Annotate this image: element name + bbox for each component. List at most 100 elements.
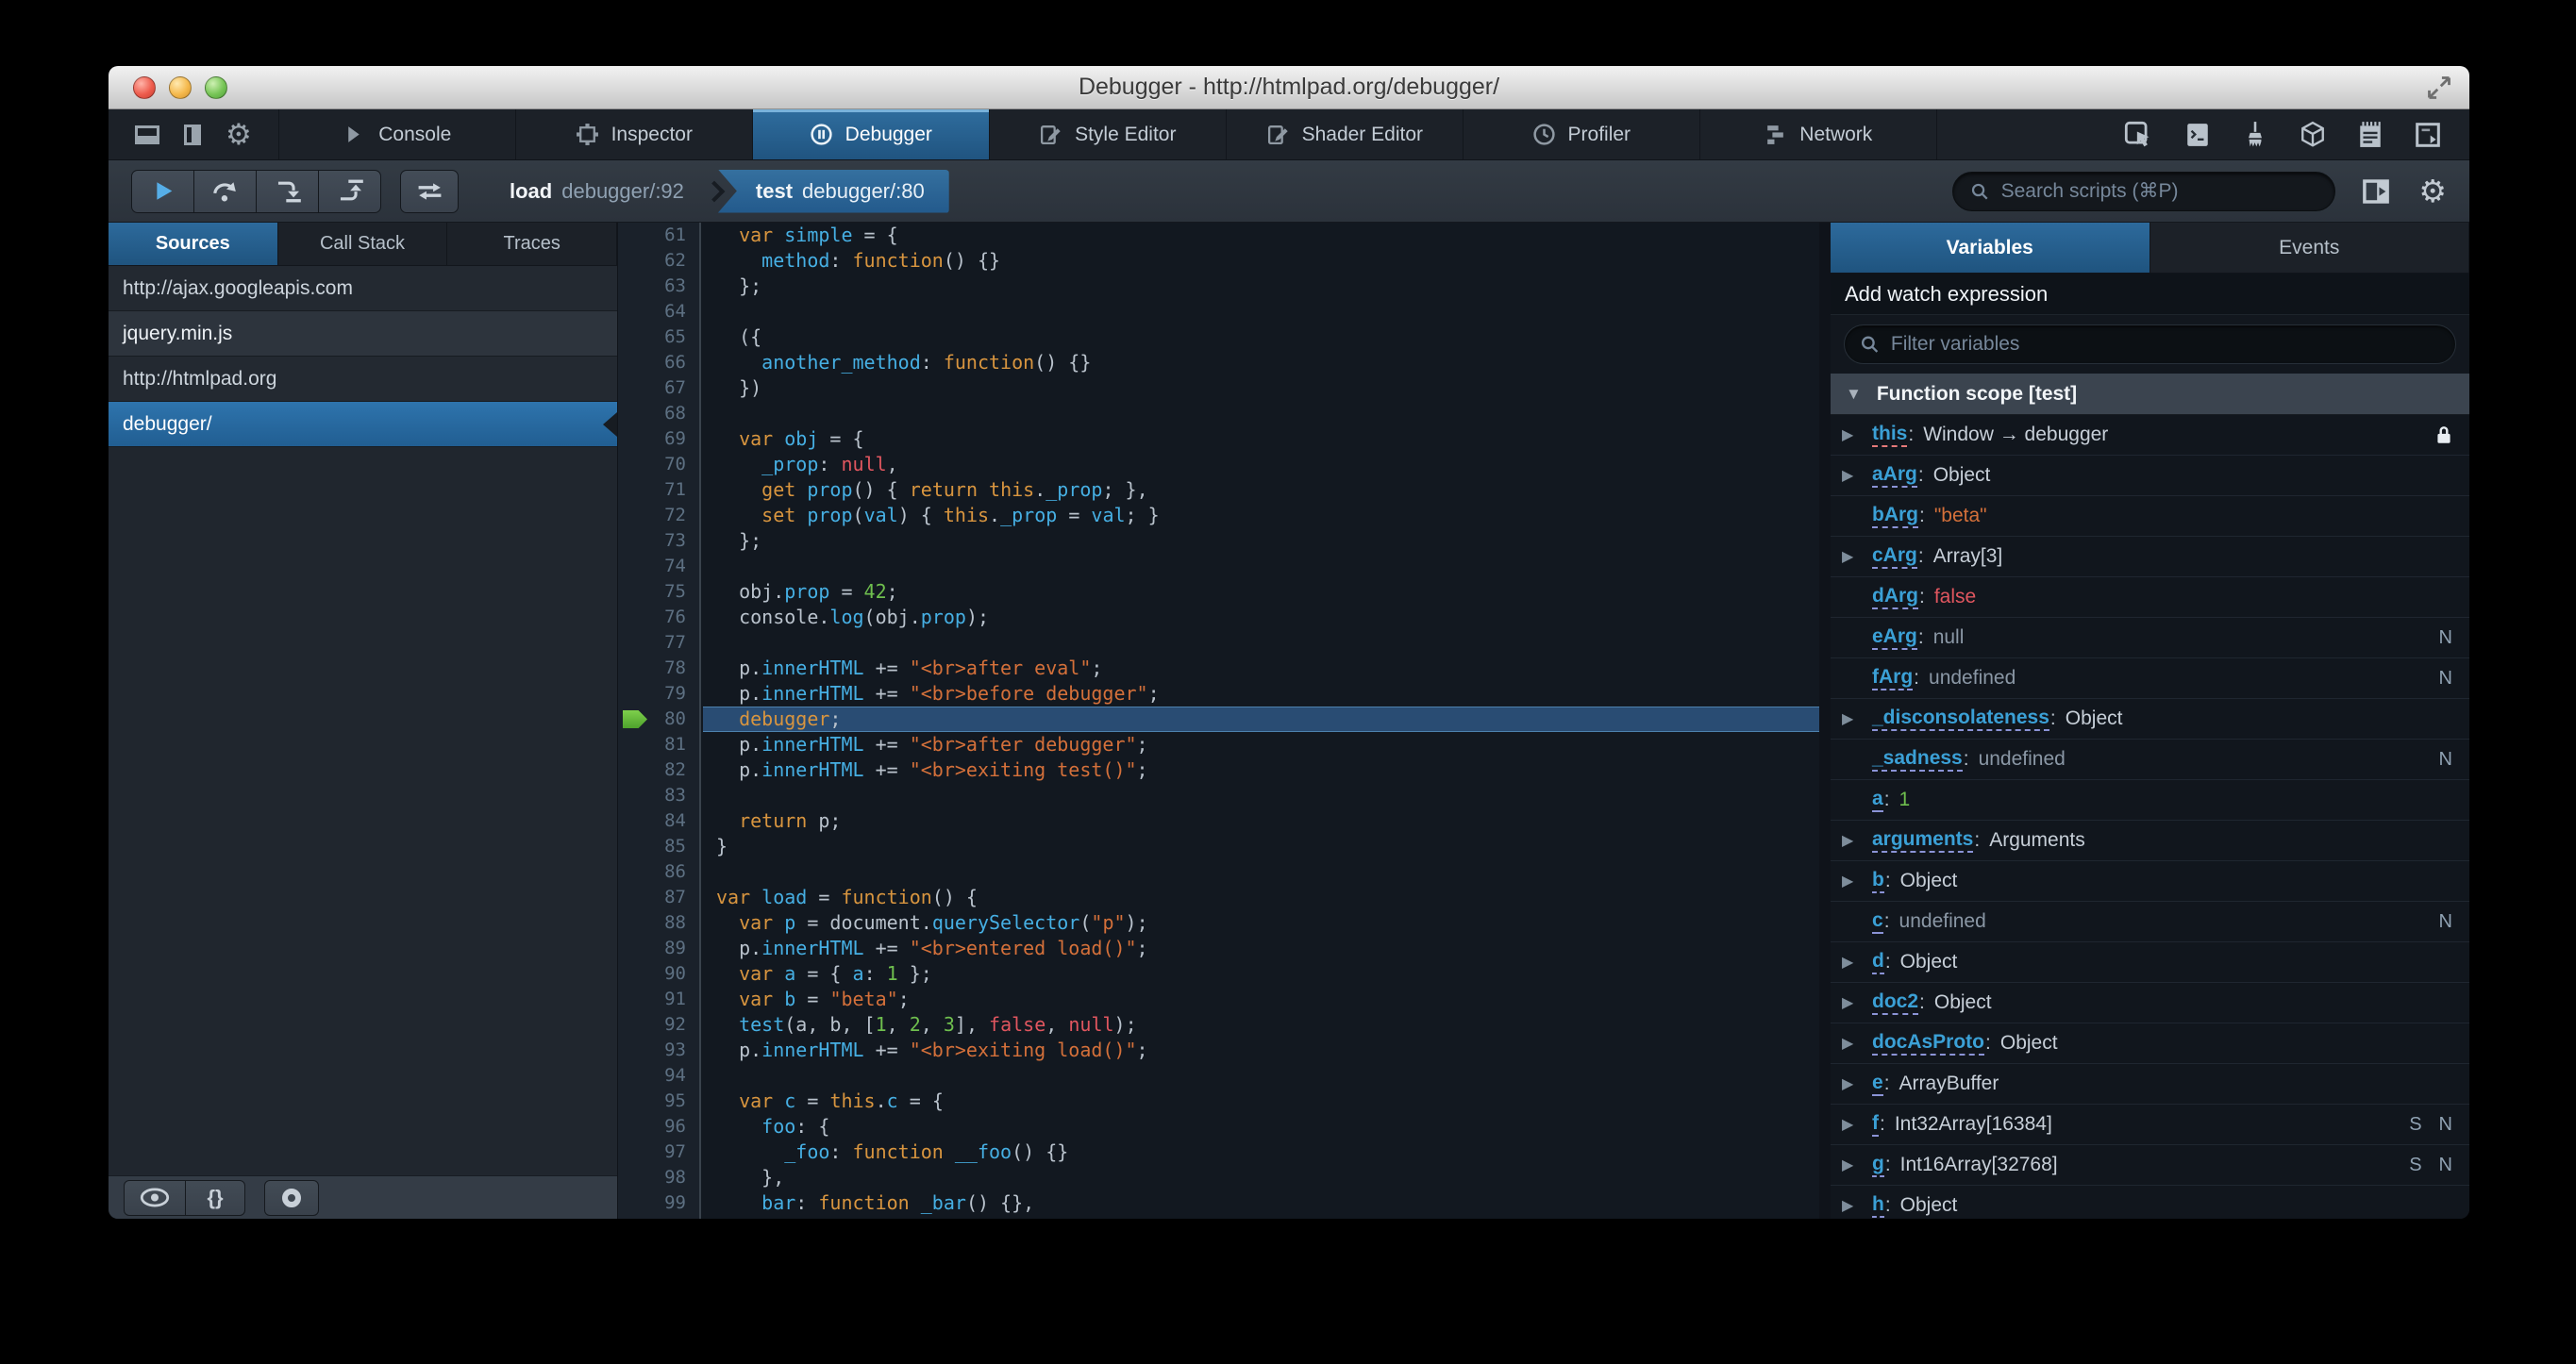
line-number[interactable]: 74	[618, 554, 703, 579]
tab-style-editor[interactable]: Style Editor	[990, 109, 1227, 159]
line-number[interactable]: 61	[618, 223, 703, 248]
line-number[interactable]: 92	[618, 1012, 703, 1038]
expand-arrow-icon[interactable]: ▶	[1842, 1115, 1872, 1134]
blackbox-source-button[interactable]	[124, 1179, 186, 1216]
paintbrush-icon[interactable]	[2243, 121, 2267, 148]
line-number[interactable]: 81	[618, 732, 703, 757]
line-number[interactable]: 76	[618, 605, 703, 630]
line-number[interactable]: 85	[618, 834, 703, 859]
line-number[interactable]: 78	[618, 656, 703, 681]
function-scope-header[interactable]: ▼ Function scope [test]	[1831, 374, 2469, 415]
line-number[interactable]: 73	[618, 528, 703, 554]
minimize-button[interactable]	[169, 75, 192, 99]
line-number[interactable]: 98	[618, 1165, 703, 1190]
line-number[interactable]: 69	[618, 426, 703, 452]
tab-shader-editor[interactable]: Shader Editor	[1227, 109, 1464, 159]
variable-row-earg[interactable]: eArg: null N	[1831, 618, 2469, 658]
variable-row-f[interactable]: ▶ f: Int32Array[16384] S N	[1831, 1105, 2469, 1145]
resume-button[interactable]	[131, 169, 194, 213]
line-number[interactable]: 84	[618, 808, 703, 834]
variable-row-a[interactable]: a:1	[1831, 780, 2469, 821]
zoom-button[interactable]	[205, 75, 227, 99]
line-number[interactable]: 99	[618, 1190, 703, 1216]
expand-arrow-icon[interactable]: ▶	[1842, 547, 1872, 566]
variable-row-b[interactable]: ▶ b: Object	[1831, 861, 2469, 902]
tab-network[interactable]: Network	[1700, 109, 1937, 159]
toggle-panel-icon[interactable]	[2362, 178, 2390, 205]
line-number[interactable]: 83	[618, 783, 703, 808]
line-number[interactable]: 82	[618, 757, 703, 783]
variable-row-h[interactable]: ▶ h: Object	[1831, 1186, 2469, 1219]
source-item-jquery-min-js[interactable]: jquery.min.js	[109, 311, 617, 357]
variable-row-g[interactable]: ▶ g: Int16Array[32768] S N	[1831, 1145, 2469, 1186]
expand-arrow-icon[interactable]: ▶	[1842, 1034, 1872, 1053]
toggle-pause-exceptions-button[interactable]	[400, 169, 459, 213]
pretty-print-button[interactable]: {}	[185, 1179, 245, 1216]
step-in-button[interactable]	[256, 169, 319, 213]
breadcrumb-frame-load[interactable]: load debugger/:92	[493, 170, 701, 213]
variables-filter-box[interactable]	[1844, 324, 2456, 364]
console-panel-icon[interactable]	[2184, 122, 2211, 148]
line-number[interactable]: 90	[618, 961, 703, 987]
variable-row-arguments[interactable]: ▶ arguments: Arguments	[1831, 821, 2469, 861]
expand-arrow-icon[interactable]: ▶	[1842, 1196, 1872, 1215]
tab-profiler[interactable]: Profiler	[1464, 109, 1700, 159]
sidebar-tab-traces[interactable]: Traces	[447, 223, 618, 265]
line-number[interactable]: 95	[618, 1089, 703, 1114]
line-number[interactable]: 62	[618, 248, 703, 274]
variable-row-c[interactable]: c: undefined N	[1831, 902, 2469, 942]
panel-tab-variables[interactable]: Variables	[1831, 223, 2150, 273]
line-number[interactable]: 64	[618, 299, 703, 324]
line-number[interactable]: 80	[618, 707, 703, 732]
line-number[interactable]: 77	[618, 630, 703, 656]
expand-arrow-icon[interactable]: ▶	[1842, 1156, 1872, 1174]
variable-row-docasproto[interactable]: ▶ docAsProto: Object	[1831, 1023, 2469, 1064]
line-number[interactable]: 71	[618, 477, 703, 503]
line-number[interactable]: 68	[618, 401, 703, 426]
line-number[interactable]: 93	[618, 1038, 703, 1063]
tab-console[interactable]: Console	[279, 109, 516, 159]
tab-debugger[interactable]: Debugger	[752, 109, 990, 159]
line-number[interactable]: 91	[618, 987, 703, 1012]
script-search-box[interactable]	[1952, 171, 2336, 211]
pick-element-icon[interactable]	[2124, 121, 2152, 149]
variable-row--disconsolateness[interactable]: ▶ _disconsolateness: Object	[1831, 699, 2469, 740]
close-button[interactable]	[133, 75, 156, 99]
debugger-options-gear-icon[interactable]: ⚙	[2418, 175, 2447, 207]
panel-tab-events[interactable]: Events	[2150, 223, 2469, 273]
expand-arrow-icon[interactable]: ▶	[1842, 872, 1872, 890]
step-out-button[interactable]	[318, 169, 381, 213]
variable-row--sadness[interactable]: _sadness: undefined N	[1831, 740, 2469, 780]
line-number[interactable]: 67	[618, 375, 703, 401]
breadcrumb-frame-test[interactable]: test debugger/:80	[717, 169, 949, 213]
expand-arrow-icon[interactable]: ▶	[1842, 831, 1872, 850]
expand-arrow-icon[interactable]: ▶	[1842, 1074, 1872, 1093]
expand-icon[interactable]	[2424, 73, 2454, 103]
expand-arrow-icon[interactable]: ▶	[1842, 466, 1872, 485]
add-watch-expression[interactable]: Add watch expression	[1831, 274, 2469, 315]
sidebar-tab-sources[interactable]: Sources	[109, 223, 278, 265]
expand-arrow-icon[interactable]: ▶	[1842, 953, 1872, 972]
tab-inspector[interactable]: Inspector	[516, 109, 753, 159]
variable-row-farg[interactable]: fArg: undefined N	[1831, 658, 2469, 699]
line-number[interactable]: 79	[618, 681, 703, 707]
variable-row-barg[interactable]: bArg: "beta"	[1831, 496, 2469, 537]
line-number[interactable]: 75	[618, 579, 703, 605]
toggle-breakpoints-button[interactable]	[264, 1179, 319, 1216]
variable-row-carg[interactable]: ▶ cArg: Array[3]	[1831, 537, 2469, 577]
sidebar-tab-call-stack[interactable]: Call Stack	[278, 223, 448, 265]
panel-splitter[interactable]	[1819, 223, 1831, 1219]
responsive-mode-icon[interactable]	[2415, 122, 2441, 148]
line-number[interactable]: 72	[618, 503, 703, 528]
filter-variables-input[interactable]	[1888, 332, 2440, 357]
search-scripts-input[interactable]	[1999, 178, 2318, 204]
line-number[interactable]: 86	[618, 859, 703, 885]
line-number[interactable]: 65	[618, 324, 703, 350]
3d-view-icon[interactable]	[2300, 121, 2326, 148]
line-number[interactable]: 70	[618, 452, 703, 477]
variable-row-d[interactable]: ▶ d: Object	[1831, 942, 2469, 983]
line-number[interactable]: 63	[618, 274, 703, 299]
line-number[interactable]: 87	[618, 885, 703, 910]
line-number[interactable]: 89	[618, 936, 703, 961]
expand-arrow-icon[interactable]: ▶	[1842, 993, 1872, 1012]
